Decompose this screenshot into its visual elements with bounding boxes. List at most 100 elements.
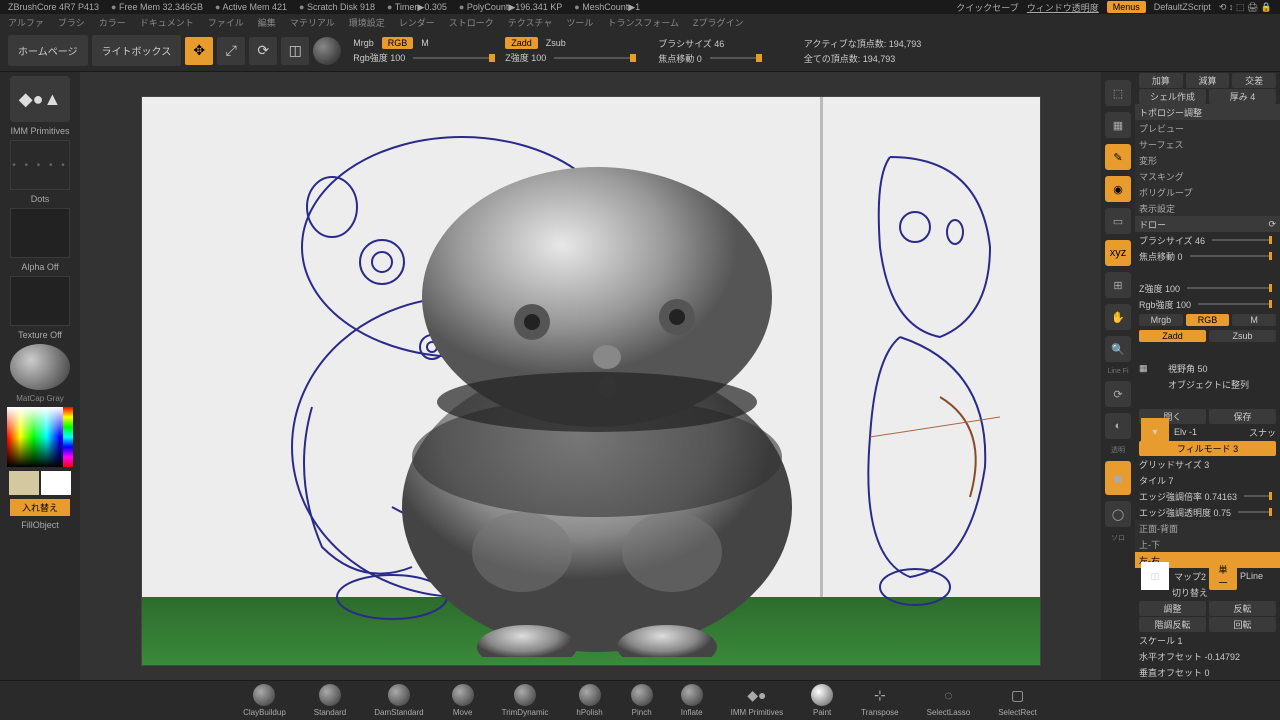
- rgbint-field[interactable]: Rgb強度 100: [1139, 298, 1191, 311]
- topology-header[interactable]: トポロジー調整: [1135, 104, 1280, 120]
- section-polygroup[interactable]: ポリグループ: [1135, 184, 1280, 200]
- alpha-preview[interactable]: [10, 208, 70, 258]
- section-display[interactable]: 表示設定: [1135, 200, 1280, 216]
- zint-slider[interactable]: [1187, 287, 1272, 289]
- edgeop-slider[interactable]: [1238, 511, 1272, 513]
- swap-button[interactable]: 入れ替え: [10, 499, 70, 516]
- rgbint-slider[interactable]: [1198, 303, 1272, 305]
- lightbox-button[interactable]: ライトボックス: [92, 35, 182, 66]
- brush-preview[interactable]: ◆●▲: [10, 76, 70, 122]
- edit-mode-icon[interactable]: ◉: [1105, 176, 1131, 202]
- grid-icon[interactable]: ▦: [1105, 112, 1131, 138]
- brush-inflate[interactable]: Inflate: [681, 684, 703, 717]
- arrows-icon[interactable]: ⟲ ↕ ⬚ 🖨 🔒: [1219, 2, 1272, 13]
- home-button[interactable]: ホームページ: [8, 35, 88, 66]
- brush-selectlasso[interactable]: ◌SelectLasso: [927, 684, 971, 717]
- gizmo-icon[interactable]: ◫: [281, 37, 309, 65]
- zadd-btn[interactable]: Zadd: [1139, 330, 1206, 342]
- m-btn[interactable]: M: [1232, 314, 1276, 326]
- menu-item[interactable]: ストローク: [449, 16, 494, 29]
- shell-button[interactable]: シェル作成: [1139, 89, 1206, 104]
- fillmode-field[interactable]: フィルモード 3: [1139, 441, 1276, 456]
- material-sphere-icon[interactable]: [313, 37, 341, 65]
- map2-label[interactable]: マップ2: [1174, 570, 1206, 583]
- section-surface[interactable]: サーフェス: [1135, 136, 1280, 152]
- persp-icon[interactable]: ▭: [1105, 208, 1131, 234]
- edge-opacity-field[interactable]: エッジ強調透明度 0.75: [1139, 506, 1231, 519]
- solo-icon[interactable]: ◼: [1105, 461, 1131, 495]
- frame-icon[interactable]: ⊞: [1105, 272, 1131, 298]
- color-picker[interactable]: [7, 407, 73, 467]
- scale-field[interactable]: スケール 1: [1139, 634, 1183, 647]
- frontback-row[interactable]: 正面-背面: [1135, 520, 1280, 536]
- edge-enhance-field[interactable]: エッジ強調倍率 0.74163: [1139, 490, 1237, 503]
- menu-item[interactable]: カラー: [99, 16, 126, 29]
- m-label[interactable]: M: [421, 38, 429, 48]
- scale-tool-icon[interactable]: ⤢: [217, 37, 245, 65]
- align-obj[interactable]: オブジェクトに整列: [1168, 378, 1249, 391]
- zsub-btn[interactable]: Zsub: [1209, 330, 1276, 342]
- mrgb-label[interactable]: Mrgb: [353, 38, 374, 48]
- section-preview[interactable]: プレビュー: [1135, 120, 1280, 136]
- gridsize-field[interactable]: グリッドサイズ 3: [1139, 458, 1209, 471]
- brushsize-field[interactable]: ブラシサイズ 46: [1139, 234, 1205, 247]
- invert-btn[interactable]: 反転: [1209, 601, 1276, 616]
- brush-move[interactable]: Move: [452, 684, 474, 717]
- rgb-btn[interactable]: RGB: [1186, 314, 1230, 326]
- zint-field[interactable]: Z強度 100: [1139, 282, 1180, 295]
- draw-header[interactable]: ドロー⟳: [1135, 216, 1280, 232]
- menu-item[interactable]: Zプラグイン: [693, 16, 744, 29]
- fov-field[interactable]: 視野角 50: [1168, 362, 1208, 375]
- brush-standard[interactable]: Standard: [314, 684, 346, 717]
- adjust-btn[interactable]: 調整: [1139, 601, 1206, 616]
- mrgb-btn[interactable]: Mrgb: [1139, 314, 1183, 326]
- menu-item[interactable]: アルファ: [8, 16, 44, 29]
- swatch-secondary[interactable]: [9, 471, 39, 495]
- elv-field[interactable]: Elv -1: [1174, 427, 1197, 437]
- fliph-btn[interactable]: 階調反転: [1139, 617, 1206, 632]
- brush-hpolish[interactable]: hPolish: [576, 684, 602, 717]
- brush-pinch[interactable]: Pinch: [631, 684, 653, 717]
- menu-item[interactable]: テクスチャ: [508, 16, 553, 29]
- menu-item[interactable]: ツール: [566, 16, 593, 29]
- tile-field[interactable]: タイル 7: [1139, 474, 1174, 487]
- quicksave[interactable]: クイックセーブ: [956, 1, 1018, 14]
- focal-field[interactable]: 焦点移動 0: [1139, 250, 1183, 263]
- brush-immprimitives[interactable]: ◆●IMM Primitives: [731, 684, 783, 717]
- rotate-tool-icon[interactable]: ⟳: [249, 37, 277, 65]
- brush-trimdynamic[interactable]: TrimDynamic: [502, 684, 549, 717]
- stroke-preview[interactable]: • • • • •: [10, 140, 70, 190]
- move-tool-icon[interactable]: ✥: [185, 37, 213, 65]
- menu-item[interactable]: レンダー: [399, 16, 435, 29]
- z-intensity[interactable]: Z強度 100: [505, 51, 546, 64]
- focal-slider[interactable]: [710, 57, 760, 59]
- menu-item[interactable]: ファイル: [208, 16, 244, 29]
- menu-item[interactable]: ブラシ: [58, 16, 85, 29]
- hoffset-field[interactable]: 水平オフセット -0.14792: [1139, 650, 1240, 663]
- move-icon[interactable]: ✋: [1105, 304, 1131, 330]
- focal-slider[interactable]: [1190, 255, 1272, 257]
- rgb-intensity[interactable]: Rgb強度 100: [353, 51, 405, 64]
- fillobject-label[interactable]: FillObject: [21, 520, 59, 530]
- snap-field[interactable]: スナッ: [1249, 426, 1276, 439]
- int-button[interactable]: 交差: [1232, 73, 1276, 88]
- thickness-field[interactable]: 厚み 4: [1209, 89, 1276, 104]
- rotate-btn[interactable]: 回転: [1209, 617, 1276, 632]
- rgb-chip[interactable]: RGB: [382, 37, 414, 49]
- zsub-label[interactable]: Zsub: [546, 38, 566, 48]
- menu-item[interactable]: ドキュメント: [140, 16, 194, 29]
- brush-transpose[interactable]: ⊹Transpose: [861, 684, 899, 717]
- zadd-chip[interactable]: Zadd: [505, 37, 538, 49]
- texture-preview[interactable]: [10, 276, 70, 326]
- menu-item[interactable]: マテリアル: [290, 16, 335, 29]
- menu-item[interactable]: 環境設定: [349, 16, 385, 29]
- z-intensity-slider[interactable]: [554, 57, 634, 59]
- transparency-icon[interactable]: ◐: [1105, 413, 1131, 439]
- matcap-preview[interactable]: [10, 344, 70, 390]
- save-btn[interactable]: 保存: [1209, 409, 1276, 424]
- toggle-label[interactable]: 切り替え: [1172, 586, 1208, 599]
- window-opacity[interactable]: ウィンドウ透明度: [1027, 1, 1099, 14]
- canvas[interactable]: [141, 96, 1041, 666]
- default-zscript[interactable]: DefaultZScript: [1154, 2, 1211, 12]
- draw-mode-icon[interactable]: ✎: [1105, 144, 1131, 170]
